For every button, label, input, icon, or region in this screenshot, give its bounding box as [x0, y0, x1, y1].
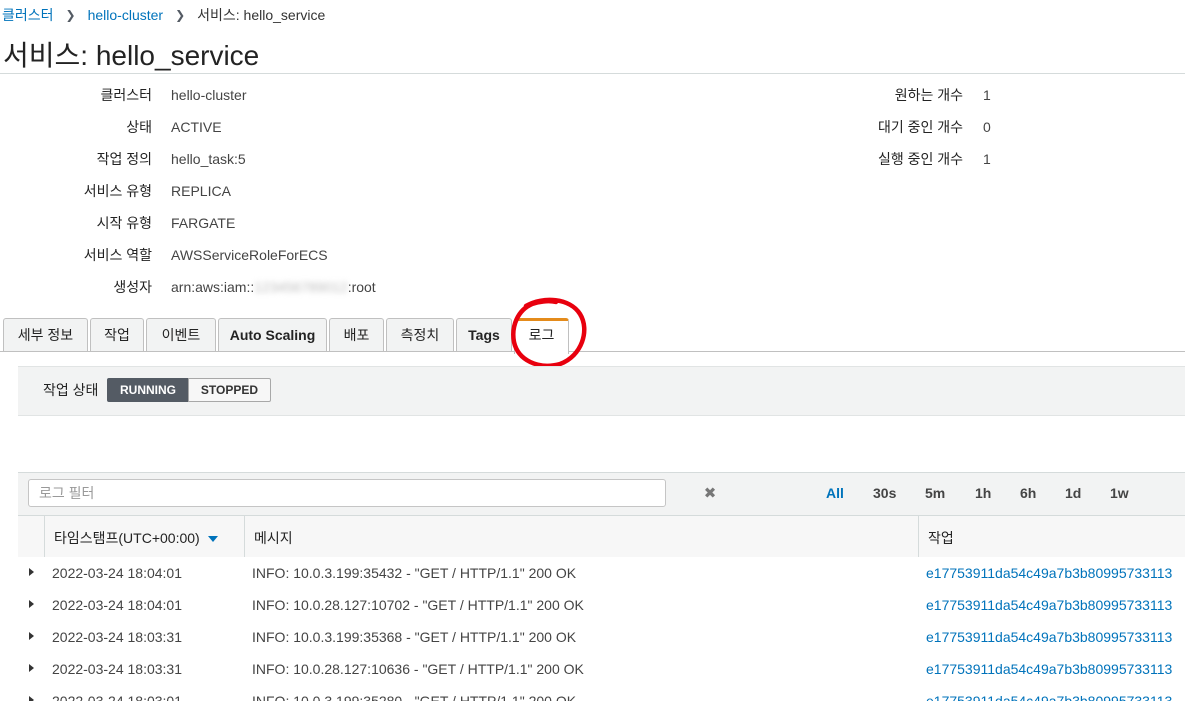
detail-label: 시작 유형 [96, 215, 152, 231]
log-timestamp: 2022-03-24 18:04:01 [52, 597, 182, 613]
detail-label: 서비스 유형 [83, 183, 152, 199]
tab-bar: 세부 정보 작업 이벤트 Auto Scaling 배포 측정치 Tags 로그 [0, 318, 1185, 354]
detail-label: 생성자 [113, 279, 152, 295]
log-row: 2022-03-24 18:03:31 INFO: 10.0.3.199:353… [18, 621, 1185, 654]
range-all[interactable]: All [826, 485, 844, 501]
expand-caret-icon[interactable] [29, 568, 34, 576]
clear-icon[interactable]: ✖ [701, 485, 719, 503]
expand-caret-icon[interactable] [29, 664, 34, 672]
range-5m[interactable]: 5m [925, 485, 945, 501]
tab-metrics[interactable]: 측정치 [386, 318, 454, 351]
column-divider [918, 516, 919, 558]
log-task-link[interactable]: e17753911da54c49a7b3b80995733113 [926, 629, 1172, 645]
chevron-right-icon: ❯ [175, 8, 186, 22]
detail-running-count: 실행 중인 개수 1 [700, 149, 991, 169]
tab-deployments[interactable]: 배포 [329, 318, 384, 351]
detail-pending-count: 대기 중인 개수 0 [700, 117, 991, 137]
breadcrumb-cluster-link[interactable]: hello-cluster [88, 7, 163, 23]
log-filter-input[interactable] [28, 479, 666, 507]
launch-type-value: FARGATE [171, 215, 236, 231]
range-1h[interactable]: 1h [975, 485, 991, 501]
page-title: 서비스: hello_service [3, 40, 260, 71]
created-by-value: arn:aws:iam::123456789012:root [171, 279, 376, 295]
task-definition-link[interactable]: hello_task:5 [171, 151, 246, 167]
log-message: INFO: 10.0.28.127:10636 - "GET / HTTP/1.… [252, 661, 584, 677]
log-row: 2022-03-24 18:04:01 INFO: 10.0.28.127:10… [18, 589, 1185, 622]
status-value: ACTIVE [171, 119, 222, 135]
detail-label: 실행 중인 개수 [877, 151, 963, 167]
detail-task-definition: 작업 정의 hello_task:5 [0, 149, 246, 169]
log-timestamp: 2022-03-24 18:03:31 [52, 629, 182, 645]
breadcrumb-current: 서비스: hello_service [197, 7, 326, 23]
tab-events[interactable]: 이벤트 [146, 318, 216, 351]
tab-details[interactable]: 세부 정보 [3, 318, 88, 351]
log-task-link[interactable]: e17753911da54c49a7b3b80995733113 [926, 565, 1172, 581]
log-message: INFO: 10.0.3.199:35432 - "GET / HTTP/1.1… [252, 565, 577, 581]
expand-caret-icon[interactable] [29, 632, 34, 640]
task-status-label: 작업 상태 [43, 382, 99, 398]
tab-tasks[interactable]: 작업 [90, 318, 144, 351]
log-filter-bar: ✖ All 30s 5m 1h 6h 1d 1w [18, 473, 1185, 515]
tab-tags[interactable]: Tags [456, 318, 512, 351]
log-timestamp: 2022-03-24 18:04:01 [52, 565, 182, 581]
sort-desc-icon [207, 536, 218, 543]
detail-label: 상태 [126, 119, 152, 135]
message-column-header: 메시지 [254, 530, 293, 546]
log-task-link[interactable]: e17753911da54c49a7b3b80995733113 [926, 661, 1172, 677]
service-role-value: AWSServiceRoleForECS [171, 247, 328, 263]
pending-count-value: 0 [983, 119, 991, 135]
desired-count-value: 1 [983, 87, 991, 103]
arn-prefix: arn:aws:iam:: [171, 279, 255, 295]
range-6h[interactable]: 6h [1020, 485, 1036, 501]
log-row: 2022-03-24 18:03:01 INFO: 10.0.3.199:352… [18, 685, 1185, 701]
timestamp-header-label: 타임스탬프(UTC+00:00) [54, 530, 200, 546]
detail-label: 대기 중인 개수 [877, 119, 963, 135]
detail-launch-type: 시작 유형 FARGATE [0, 213, 236, 233]
range-30s[interactable]: 30s [873, 485, 896, 501]
range-1d[interactable]: 1d [1065, 485, 1081, 501]
breadcrumb: 클러스터 ❯ hello-cluster ❯ 서비스: hello_servic… [2, 6, 325, 24]
task-column-header: 작업 [928, 530, 954, 546]
task-status-bar: 작업 상태 RUNNING STOPPED [18, 366, 1185, 416]
title-divider [0, 73, 1185, 74]
arn-suffix: :root [347, 279, 376, 295]
detail-label: 서비스 역할 [83, 247, 152, 263]
service-type-value: REPLICA [171, 183, 231, 199]
expand-caret-icon[interactable] [29, 696, 34, 701]
log-table-header: 타임스탬프(UTC+00:00) 메시지 작업 [18, 515, 1185, 559]
column-divider [244, 516, 245, 558]
column-divider [44, 516, 45, 558]
tab-auto-scaling[interactable]: Auto Scaling [218, 318, 327, 351]
masked-account-id: 123456789012 [254, 279, 348, 295]
log-row: 2022-03-24 18:04:01 INFO: 10.0.3.199:354… [18, 557, 1185, 590]
range-1w[interactable]: 1w [1110, 485, 1129, 501]
running-toggle[interactable]: RUNNING [107, 378, 189, 402]
detail-status: 상태 ACTIVE [0, 117, 222, 137]
log-task-link[interactable]: e17753911da54c49a7b3b80995733113 [926, 597, 1172, 613]
detail-label: 원하는 개수 [894, 87, 963, 103]
chevron-right-icon: ❯ [65, 8, 76, 22]
detail-service-role: 서비스 역할 AWSServiceRoleForECS [0, 245, 328, 265]
expand-caret-icon[interactable] [29, 600, 34, 608]
log-timestamp: 2022-03-24 18:03:31 [52, 661, 182, 677]
detail-cluster: 클러스터 hello-cluster [0, 85, 246, 105]
cluster-link[interactable]: hello-cluster [171, 87, 246, 103]
detail-label: 클러스터 [100, 87, 152, 103]
detail-desired-count: 원하는 개수 1 [700, 85, 991, 105]
log-row: 2022-03-24 18:03:31 INFO: 10.0.28.127:10… [18, 653, 1185, 686]
log-message: INFO: 10.0.28.127:10702 - "GET / HTTP/1.… [252, 597, 584, 613]
detail-created-by: 생성자 arn:aws:iam::123456789012:root [0, 277, 376, 297]
detail-label: 작업 정의 [96, 151, 152, 167]
log-panel: ✖ All 30s 5m 1h 6h 1d 1w 타임스탬프(UTC+00:00… [18, 472, 1185, 701]
breadcrumb-clusters-link[interactable]: 클러스터 [2, 5, 54, 25]
running-count-value: 1 [983, 151, 991, 167]
detail-service-type: 서비스 유형 REPLICA [0, 181, 231, 201]
red-annotation-circle [511, 297, 587, 368]
stopped-toggle[interactable]: STOPPED [188, 378, 271, 402]
timestamp-column-header[interactable]: 타임스탬프(UTC+00:00) [54, 528, 218, 548]
log-message: INFO: 10.0.3.199:35368 - "GET / HTTP/1.1… [252, 629, 577, 645]
